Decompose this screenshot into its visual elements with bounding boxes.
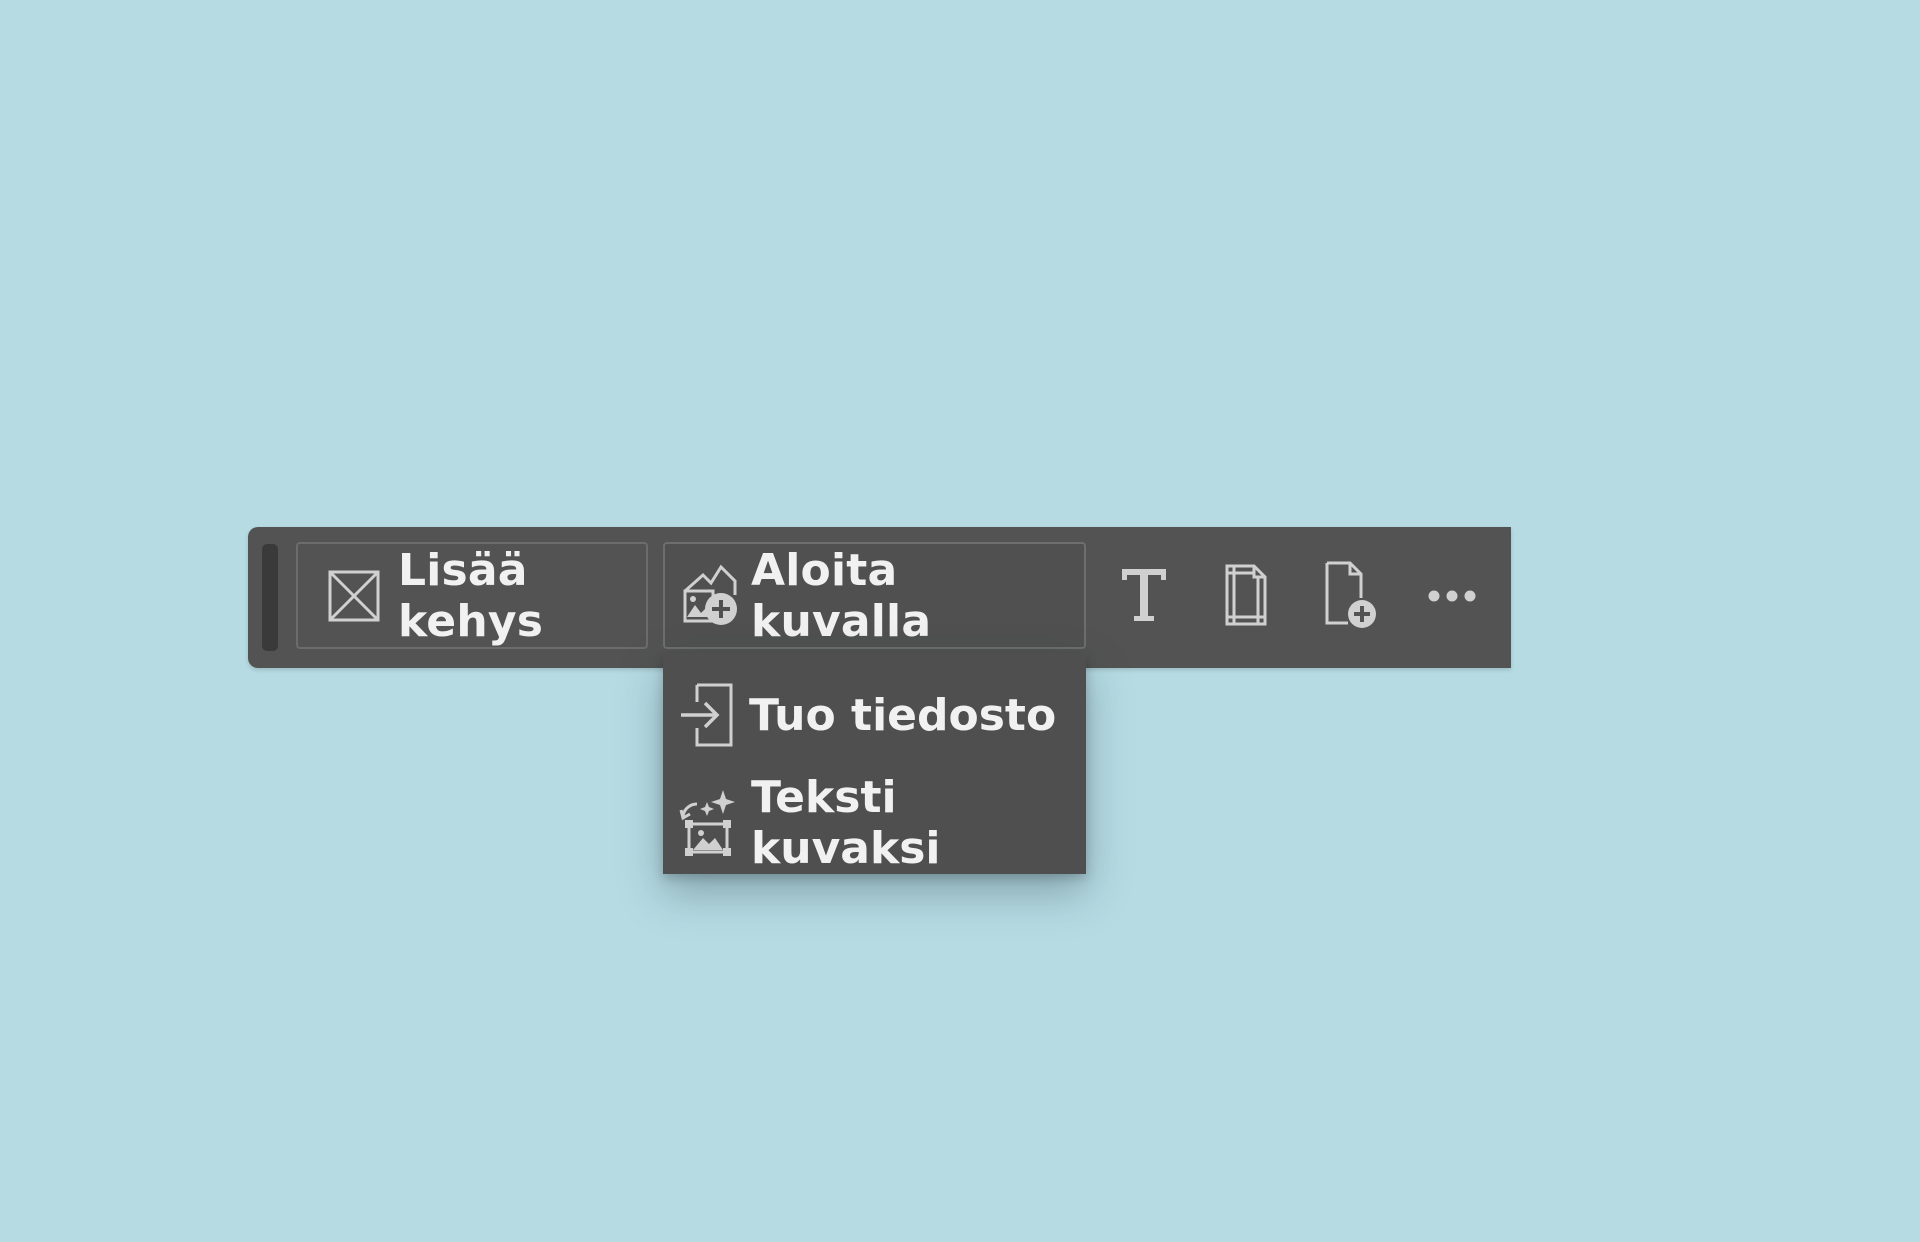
contextual-taskbar: Lisää kehys Aloita kuvalla <box>248 527 1511 668</box>
page-button[interactable] <box>1206 557 1286 637</box>
menu-item-import-file-label: Tuo tiedosto <box>749 689 1057 741</box>
add-page-button[interactable] <box>1311 557 1391 637</box>
canvas-background: Lisää kehys Aloita kuvalla Tuo tiedosto … <box>0 0 1920 1242</box>
start-with-image-label: Aloita kuvalla <box>751 544 932 647</box>
menu-item-text-to-image-label: Teksti kuvaksi <box>751 772 941 874</box>
image-add-icon <box>681 561 739 631</box>
more-options-button[interactable] <box>1412 557 1492 637</box>
start-with-image-menu: Tuo tiedosto Teksti kuvaksi <box>663 653 1086 874</box>
menu-item-import-file[interactable]: Tuo tiedosto <box>663 665 1086 765</box>
text-icon <box>1119 566 1169 628</box>
menu-item-text-to-image[interactable]: Teksti kuvaksi <box>663 772 1086 874</box>
add-frame-button[interactable]: Lisää kehys <box>296 542 648 649</box>
add-page-icon <box>1324 560 1378 634</box>
add-text-button[interactable] <box>1104 557 1184 637</box>
import-file-icon <box>679 682 735 748</box>
drag-handle[interactable] <box>262 544 278 651</box>
more-icon <box>1427 588 1477 607</box>
start-with-image-button[interactable]: Aloita kuvalla <box>663 542 1086 649</box>
page-icon <box>1224 563 1268 631</box>
text-to-image-icon <box>679 788 737 858</box>
add-frame-label: Lisää kehys <box>398 544 544 647</box>
frame-icon <box>328 570 380 622</box>
